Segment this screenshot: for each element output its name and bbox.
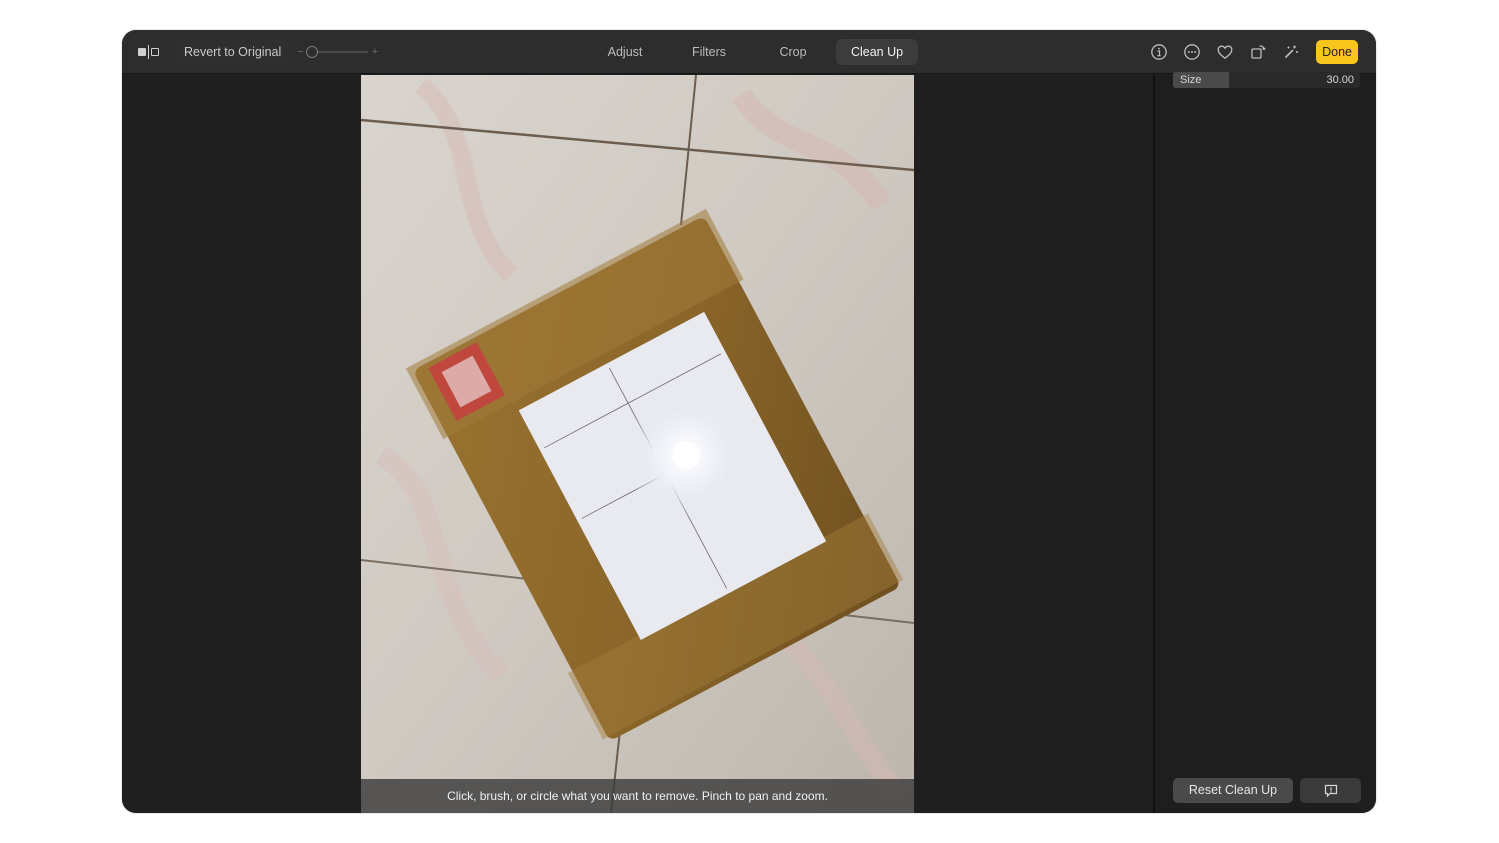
zoom-knob[interactable] xyxy=(305,46,318,58)
tab-crop[interactable]: Crop xyxy=(752,39,834,65)
sidebar-actions: Reset Clean Up xyxy=(1173,778,1361,803)
more-icon[interactable] xyxy=(1182,42,1202,62)
package-photo[interactable] xyxy=(361,75,914,813)
rotate-icon[interactable] xyxy=(1248,42,1268,62)
brush-size-slider[interactable]: Size 30.00 xyxy=(1173,72,1360,88)
clean-up-sidebar: Size 30.00 Reset Clean Up xyxy=(1153,72,1376,813)
tab-adjust[interactable]: Adjust xyxy=(584,39,666,65)
toolbar: Revert to Original − + Adjust Filters Cr… xyxy=(122,30,1376,74)
size-label: Size xyxy=(1180,74,1202,86)
toolbar-right: Done xyxy=(1149,30,1358,74)
feedback-icon xyxy=(1324,784,1337,797)
toolbar-left: Revert to Original − + xyxy=(138,30,378,74)
feedback-button[interactable] xyxy=(1300,778,1361,803)
reset-clean-up-button[interactable]: Reset Clean Up xyxy=(1173,778,1293,803)
edit-tabs: Adjust Filters Crop Clean Up xyxy=(584,39,918,65)
size-value: 30.00 xyxy=(1326,74,1354,86)
before-square xyxy=(138,48,146,56)
zoom-slider[interactable]: − + xyxy=(297,46,378,58)
magic-wand-icon[interactable] xyxy=(1281,42,1301,62)
revert-to-original-button[interactable]: Revert to Original xyxy=(176,40,290,64)
heart-icon[interactable] xyxy=(1215,42,1235,62)
zoom-track[interactable] xyxy=(305,46,368,58)
divider-bar xyxy=(148,45,149,59)
photos-editor-window: Revert to Original − + Adjust Filters Cr… xyxy=(122,30,1376,813)
before-after-icon[interactable] xyxy=(138,44,162,60)
tab-filters[interactable]: Filters xyxy=(668,39,750,65)
done-button[interactable]: Done xyxy=(1316,40,1358,64)
photo-canvas[interactable]: Click, brush, or circle what you want to… xyxy=(361,75,914,813)
tab-clean-up[interactable]: Clean Up xyxy=(836,39,918,65)
zoom-in-icon[interactable]: + xyxy=(372,46,378,58)
canvas-area: Click, brush, or circle what you want to… xyxy=(122,75,1153,813)
zoom-out-icon[interactable]: − xyxy=(297,46,303,58)
after-square xyxy=(151,48,159,56)
info-icon[interactable] xyxy=(1149,42,1169,62)
hint-bar: Click, brush, or circle what you want to… xyxy=(361,779,914,813)
